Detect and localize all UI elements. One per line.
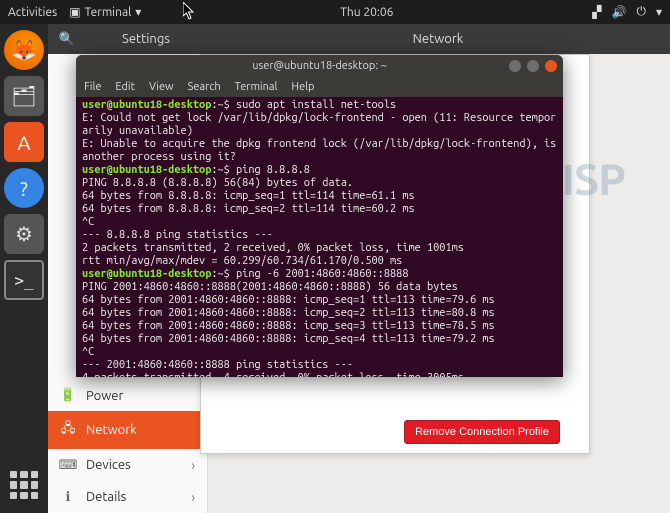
sidebar-item-label: Power [86, 389, 123, 403]
term-line: PING 8.8.8.8 (8.8.8.8) 56(84) bytes of d… [82, 177, 353, 189]
term-line: 2 packets transmitted, 2 received, 0% pa… [82, 242, 464, 254]
window-minimize-button[interactable] [509, 60, 521, 72]
chevron-down-icon: ▾ [135, 5, 141, 19]
term-line: 4 packets transmitted, 4 received, 0% pa… [82, 372, 464, 377]
menu-file[interactable]: File [84, 81, 101, 93]
dock: 🦊 🗂 A ? ⚙ >_ [0, 24, 48, 513]
sidebar-item-network[interactable]: 🖧 Network [48, 411, 207, 449]
sidebar-item-details[interactable]: ℹ Details › [48, 481, 207, 513]
settings-page-title: Network [206, 32, 670, 46]
volume-icon[interactable]: 🔊 [612, 5, 627, 19]
term-line: 64 bytes from 2001:4860:4860::8888: icmp… [82, 307, 495, 319]
topbar-clock[interactable]: Thu 20:06 [340, 6, 393, 19]
prompt: user@ubuntu18-desktop [82, 99, 211, 111]
prompt-path: :~$ [211, 268, 229, 280]
prompt: user@ubuntu18-desktop [82, 164, 211, 176]
term-line: 64 bytes from 2001:4860:4860::8888: icmp… [82, 320, 495, 332]
network-status-icon[interactable]: ▞ [592, 5, 601, 19]
power-icon[interactable]: ⏻ [636, 5, 646, 19]
term-line: 64 bytes from 8.8.8.8: icmp_seq=2 ttl=11… [82, 203, 415, 215]
term-line: ping 8.8.8.8 [230, 164, 310, 176]
term-line: --- 2001:4860:4860::8888 ping statistics… [82, 359, 353, 371]
window-maximize-button[interactable] [527, 60, 539, 72]
terminal-menubar: File Edit View Search Terminal Help [76, 77, 563, 97]
term-line: ^C [82, 216, 94, 228]
remove-connection-button[interactable]: Remove Connection Profile [404, 420, 560, 444]
activities-button[interactable]: Activities [8, 6, 57, 19]
terminal-body[interactable]: user@ubuntu18-desktop:~$ sudo apt instal… [76, 97, 563, 377]
terminal-titlebar[interactable]: user@ubuntu18-desktop: ~ [76, 55, 563, 77]
chevron-right-icon: › [191, 457, 195, 473]
term-line: E: Unable to acquire the dpkg frontend l… [82, 138, 563, 163]
dock-settings[interactable]: ⚙ [4, 214, 44, 254]
dock-firefox[interactable]: 🦊 [4, 30, 44, 70]
term-line: rtt min/avg/max/mdev = 60.299/60.734/61.… [82, 255, 402, 267]
settings-title: Settings [86, 32, 206, 46]
terminal-icon: ▣ [69, 5, 80, 19]
power-icon: 🔋 [60, 388, 76, 403]
term-line: sudo apt install net-tools [230, 99, 396, 111]
term-line: E: Could not get lock /var/lib/dpkg/lock… [82, 112, 556, 137]
gnome-topbar: Activities ▣ Terminal ▾ Thu 20:06 ▞ 🔊 ⏻ … [0, 0, 670, 24]
menu-edit[interactable]: Edit [115, 81, 135, 93]
prompt: user@ubuntu18-desktop [82, 268, 211, 280]
menu-terminal[interactable]: Terminal [235, 81, 278, 93]
devices-icon: ⌨ [60, 458, 76, 473]
settings-titlebar: 🔍 Settings Network [48, 24, 670, 54]
menu-view[interactable]: View [149, 81, 174, 93]
dock-software[interactable]: A [4, 122, 44, 162]
term-line: ^C [82, 346, 94, 358]
sidebar-item-label: Network [86, 423, 137, 437]
menu-help[interactable]: Help [291, 81, 314, 93]
network-icon: 🖧 [60, 419, 76, 441]
topbar-app-menu[interactable]: ▣ Terminal ▾ [69, 5, 141, 19]
term-line: PING 2001:4860:4860::8888(2001:4860:4860… [82, 281, 458, 293]
term-line: --- 8.8.8.8 ping statistics --- [82, 229, 273, 241]
dock-help[interactable]: ? [4, 168, 44, 208]
sidebar-item-label: Details [86, 490, 126, 504]
terminal-title: user@ubuntu18-desktop: ~ [76, 60, 563, 72]
chevron-right-icon: › [191, 489, 195, 505]
sidebar-item-devices[interactable]: ⌨ Devices › [48, 449, 207, 481]
topbar-app-label: Terminal [85, 6, 132, 19]
terminal-window[interactable]: user@ubuntu18-desktop: ~ File Edit View … [76, 55, 563, 377]
window-close-button[interactable] [545, 60, 557, 72]
dock-show-apps[interactable] [6, 467, 42, 503]
term-line: 64 bytes from 2001:4860:4860::8888: icmp… [82, 333, 495, 345]
search-icon: 🔍 [59, 32, 75, 47]
term-line: 64 bytes from 8.8.8.8: icmp_seq=1 ttl=11… [82, 190, 415, 202]
term-line: ping -6 2001:4860:4860::8888 [230, 268, 409, 280]
chevron-down-icon[interactable]: ▾ [656, 5, 662, 19]
prompt-path: :~$ [211, 164, 229, 176]
sidebar-item-power[interactable]: 🔋 Power [48, 380, 207, 411]
prompt-path: :~$ [211, 99, 229, 111]
sidebar-item-label: Devices [86, 458, 131, 472]
term-line: 64 bytes from 2001:4860:4860::8888: icmp… [82, 294, 495, 306]
dock-terminal[interactable]: >_ [4, 260, 44, 300]
menu-search[interactable]: Search [188, 81, 221, 93]
search-button[interactable]: 🔍 [48, 32, 86, 47]
details-icon: ℹ [60, 490, 76, 505]
dock-files[interactable]: 🗂 [4, 76, 44, 116]
